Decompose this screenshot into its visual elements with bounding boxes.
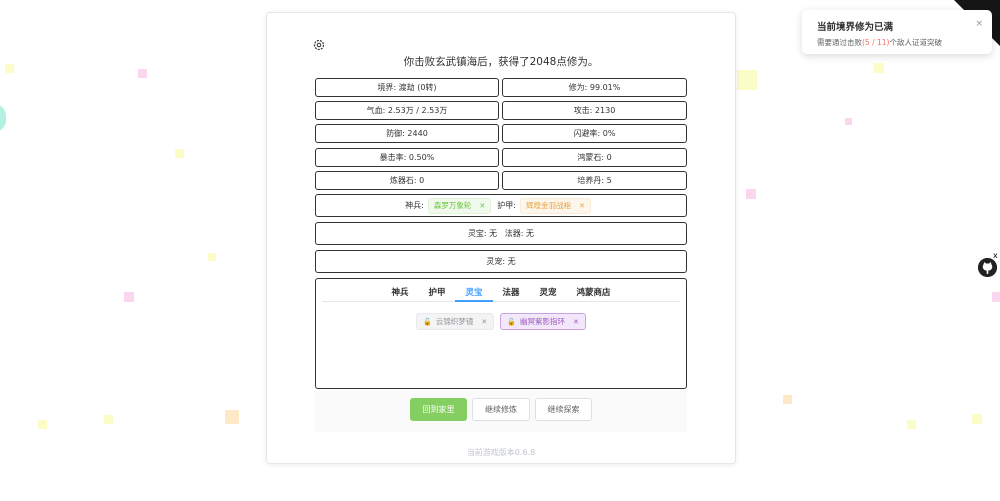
- battle-result-text: 你击败玄武镇海后，获得了2048点修为。: [403, 56, 599, 68]
- inventory-items: 🔓 云锦织梦镜 ✕ 🔓 幽冥紫影指环 ✕: [316, 313, 686, 330]
- tab-treasure[interactable]: 灵宝: [455, 279, 493, 302]
- inventory-item[interactable]: 🔓 云锦织梦镜 ✕: [416, 313, 495, 330]
- close-icon[interactable]: ×: [975, 19, 983, 29]
- bg-square: [746, 189, 756, 199]
- notification-desc-count: (5 / 11): [862, 38, 890, 47]
- cat-icon: [978, 258, 997, 277]
- stat-attack[interactable]: 攻击: 2130: [502, 101, 687, 120]
- bg-square: [874, 63, 884, 73]
- notification-desc-prefix: 需要通过击败: [817, 38, 862, 47]
- tab-weapon[interactable]: 神兵: [381, 279, 418, 302]
- inventory-tabs: 神兵 护甲 灵宝 法器 灵宠 鸿蒙商店: [322, 279, 680, 302]
- tab-armor[interactable]: 护甲: [418, 279, 455, 302]
- equipment-row: 神兵: 森罗万象轮 ✕ 护甲: 辉煌金羽战袍 ✕: [315, 194, 687, 217]
- game-version: 当前游戏版本0.6.8: [466, 448, 536, 457]
- notification-desc-suffix: 个敌人证道突破: [889, 38, 942, 47]
- weapon-name: 森罗万象轮: [433, 201, 472, 210]
- treasure-text: 灵宝: 无 法器: 无: [467, 229, 535, 238]
- bg-square: [225, 410, 239, 424]
- bg-square: [104, 415, 113, 424]
- weapon-tag[interactable]: 森罗万象轮 ✕: [427, 197, 492, 214]
- bg-square: [972, 414, 982, 424]
- close-icon[interactable]: ✕: [479, 202, 485, 210]
- item-name: 幽冥紫影指环: [519, 317, 565, 326]
- close-icon[interactable]: x: [993, 251, 998, 260]
- tab-artifact[interactable]: 法器: [493, 279, 530, 302]
- bg-square: [38, 420, 47, 429]
- bg-square: [208, 253, 216, 261]
- armor-name: 辉煌金羽战袍: [525, 201, 571, 210]
- gear-icon[interactable]: [313, 39, 325, 51]
- item-name: 云锦织梦镜: [435, 317, 474, 326]
- tab-pet[interactable]: 灵宠: [530, 279, 567, 302]
- bg-square: [992, 292, 1000, 302]
- lock-icon[interactable]: 🔓: [507, 318, 516, 326]
- bg-mint-blob: [0, 104, 6, 132]
- pet-row: 灵宠: 无: [315, 250, 687, 273]
- continue-cultivate-button[interactable]: 继续修炼: [472, 398, 530, 421]
- notification-title: 当前境界修为已满: [817, 22, 894, 33]
- bg-square: [783, 395, 792, 404]
- stat-hongmeng-stone[interactable]: 鸿蒙石: 0: [502, 148, 687, 167]
- stat-pill[interactable]: 培养丹: 5: [502, 171, 687, 190]
- armor-tag[interactable]: 辉煌金羽战袍 ✕: [519, 197, 591, 214]
- bg-square: [138, 69, 147, 78]
- close-icon[interactable]: ✕: [573, 318, 579, 326]
- notification-desc: 需要通过击败(5 / 11)个敌人证道突破: [817, 37, 942, 48]
- treasure-row: 灵宝: 无 法器: 无: [315, 222, 687, 245]
- inventory-item[interactable]: 🔓 幽冥紫影指环 ✕: [500, 313, 586, 330]
- bg-square: [175, 149, 184, 158]
- close-icon[interactable]: ✕: [481, 318, 487, 326]
- stat-refining-stone[interactable]: 炼器石: 0: [315, 171, 499, 190]
- close-icon[interactable]: ✕: [579, 202, 585, 210]
- bg-square: [124, 292, 134, 302]
- stat-realm[interactable]: 境界: 渡劫 (0转): [315, 78, 499, 97]
- notification-toast: 当前境界修为已满 需要通过击败(5 / 11)个敌人证道突破 ×: [802, 10, 992, 54]
- bg-square: [845, 118, 852, 125]
- stat-hp[interactable]: 气血: 2.53万 / 2.53万: [315, 101, 499, 120]
- bg-square: [5, 64, 14, 73]
- stat-cultivation[interactable]: 修为: 99.01%: [502, 78, 687, 97]
- continue-explore-button[interactable]: 继续探索: [535, 398, 592, 421]
- github-icon[interactable]: [978, 258, 997, 277]
- inventory-panel: 神兵 护甲 灵宝 法器 灵宠 鸿蒙商店 🔓 云锦织梦镜 ✕ 🔓 幽冥紫影指环 ✕: [315, 278, 687, 389]
- go-home-button[interactable]: 回到家里: [410, 398, 467, 421]
- bg-square: [737, 70, 757, 90]
- pet-text: 灵宠: 无: [486, 257, 516, 266]
- weapon-label: 神兵:: [405, 201, 424, 210]
- tab-shop[interactable]: 鸿蒙商店: [567, 279, 621, 302]
- stat-crit[interactable]: 暴击率: 0.50%: [315, 148, 499, 167]
- bg-square: [907, 420, 916, 429]
- stat-dodge[interactable]: 闪避率: 0%: [502, 124, 687, 143]
- armor-label: 护甲:: [497, 201, 516, 210]
- lock-icon[interactable]: 🔓: [423, 318, 432, 326]
- stat-defense[interactable]: 防御: 2440: [315, 124, 499, 143]
